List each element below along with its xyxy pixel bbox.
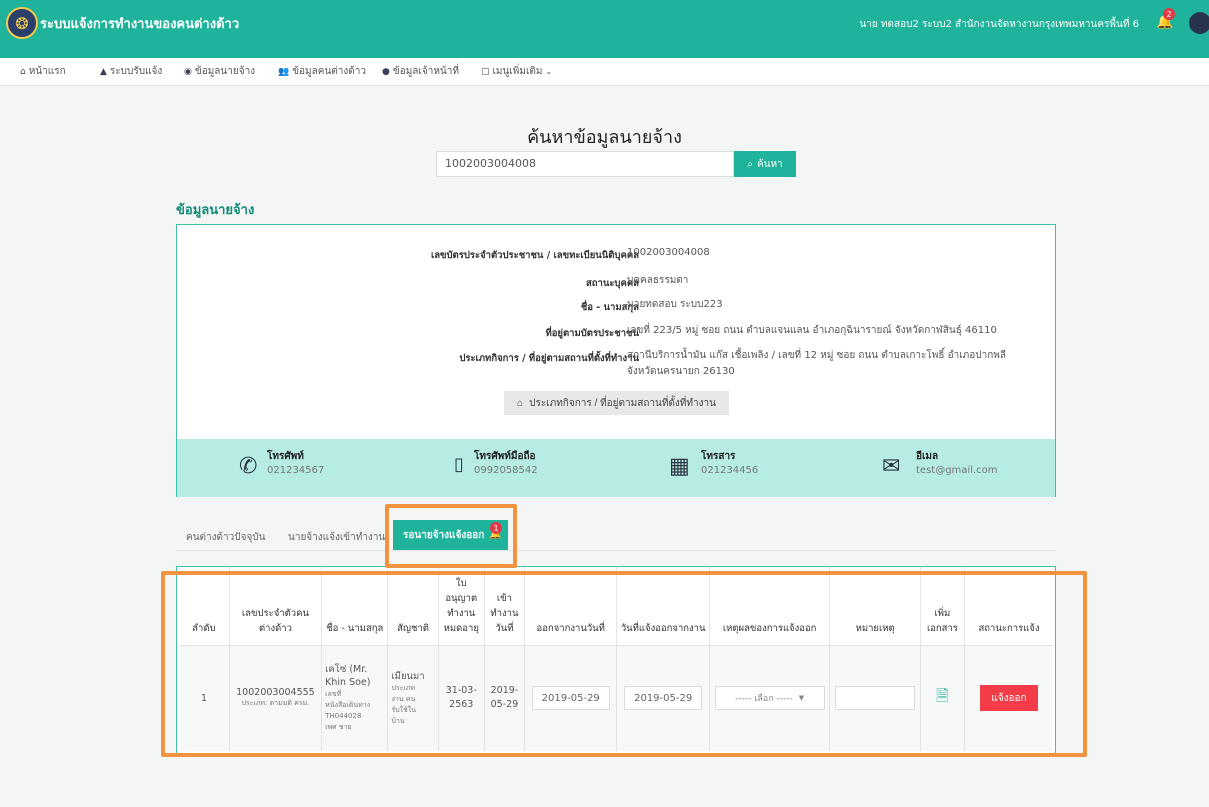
app-title[interactable]: ระบบแจ้งการทำงานของคนต่างด้าว (40, 13, 239, 34)
menu-item-officers[interactable]: ● ข้อมูลเจ้าหน้าที่ (382, 64, 459, 79)
contact-strip: ✆ โทรศัพท์ 021234567 ▯ โทรศัพท์มือถือ 09… (177, 439, 1055, 497)
document-icon: ▢ (481, 67, 490, 77)
contact-value: test@gmail.com (916, 465, 998, 476)
top-navbar: ❂ ระบบแจ้งการทำงานของคนต่างด้าว นาย ทดสอ… (0, 0, 1209, 58)
phone-icon: ✆ (239, 454, 258, 479)
section-title-employer: ข้อมูลนายจ้าง (176, 203, 255, 218)
home-icon: ⌂ (20, 67, 26, 77)
mobile-icon: ▯ (454, 454, 464, 475)
contact-label: โทรสาร (701, 451, 736, 462)
info-value: นายทดสอบ ระบบ223 (627, 299, 723, 310)
menu-item-aliens[interactable]: 👥 ข้อมูลคนต่างด้าว (278, 64, 366, 79)
business-location-button[interactable]: ⌂ ประเภทกิจการ / ที่อยู่ตามสถานที่ตั้งที่… (504, 391, 729, 415)
contact-value: 0992058542 (474, 465, 538, 476)
tab-current-aliens[interactable]: คนต่างด้าวปัจจุบัน (186, 530, 266, 545)
employer-info-panel: เลขบัตรประจำตัวประชาชน / เลขทะเบียนนิติบ… (176, 224, 1056, 497)
user-icon: ● (382, 67, 390, 77)
home-icon: ⌂ (517, 397, 524, 409)
highlight-box-tab (385, 504, 517, 568)
info-label: ประเภทกิจการ / ที่อยู่ตามสถานที่ตั้งที่ท… (459, 353, 639, 364)
contact-value: 021234456 (701, 465, 759, 476)
contact-value: 021234567 (267, 465, 325, 476)
main-menu: ⌂ หน้าแรก ▲ ระบบรับแจ้ง ◉ ข้อมูลนายจ้าง 👥 ข้… (0, 58, 1209, 86)
page-title: ค้นหาข้อมูลนายจ้าง (527, 127, 682, 148)
user-info: นาย ทดสอบ2 ระบบ2 สำนักงานจัดหางานกรุงเทพ… (859, 19, 1139, 30)
government-seal-icon[interactable]: ❂ (6, 7, 38, 39)
search-input[interactable]: 1002003004008 (436, 151, 734, 177)
info-label: เลขบัตรประจำตัวประชาชน / เลขทะเบียนนิติบ… (430, 250, 639, 261)
contact-label: โทรศัพท์มือถือ (474, 451, 536, 462)
info-value: บุคคลธรรมดา (627, 275, 689, 286)
info-label: ที่อยู่ตามบัตรประชาชน (545, 328, 639, 339)
menu-item-more[interactable]: ▢ เมนูเพิ่มเติม ⌄ (481, 64, 552, 79)
search-button[interactable]: ⌕ ค้นหา (734, 151, 796, 177)
contact-label: โทรศัพท์ (267, 451, 304, 462)
info-value: เลขที่ 223/5 หมู่ ซอย ถนน ตำบลแจนแลน อำเ… (627, 325, 997, 336)
info-value: 1002003004008 (627, 247, 710, 258)
users-icon: 👥 (278, 67, 290, 77)
search-icon: ⌕ (747, 158, 753, 170)
contact-label: อีเมล (916, 451, 939, 462)
chevron-down-icon: ⌄ (545, 67, 553, 76)
bell-icon: ▲ (100, 67, 107, 77)
fax-icon: ▦ (669, 454, 690, 479)
menu-item-employer[interactable]: ◉ ข้อมูลนายจ้าง (184, 64, 255, 79)
menu-item-home[interactable]: ⌂ หน้าแรก (20, 64, 66, 79)
employer-icon: ◉ (184, 67, 192, 77)
email-icon: ✉ (882, 454, 901, 479)
menu-item-notify-system[interactable]: ▲ ระบบรับแจ้ง (100, 64, 162, 79)
user-avatar-icon[interactable] (1189, 12, 1209, 34)
tab-divider (176, 550, 1056, 551)
info-value: สถานีบริการน้ำมัน แก๊ส เชื้อเพลิง / เลขท… (627, 350, 1006, 377)
notification-badge: 2 (1163, 8, 1175, 20)
highlight-box-table (161, 571, 1087, 757)
tab-employer-notified[interactable]: นายจ้างแจ้งเข้าทำงาน (288, 530, 385, 545)
